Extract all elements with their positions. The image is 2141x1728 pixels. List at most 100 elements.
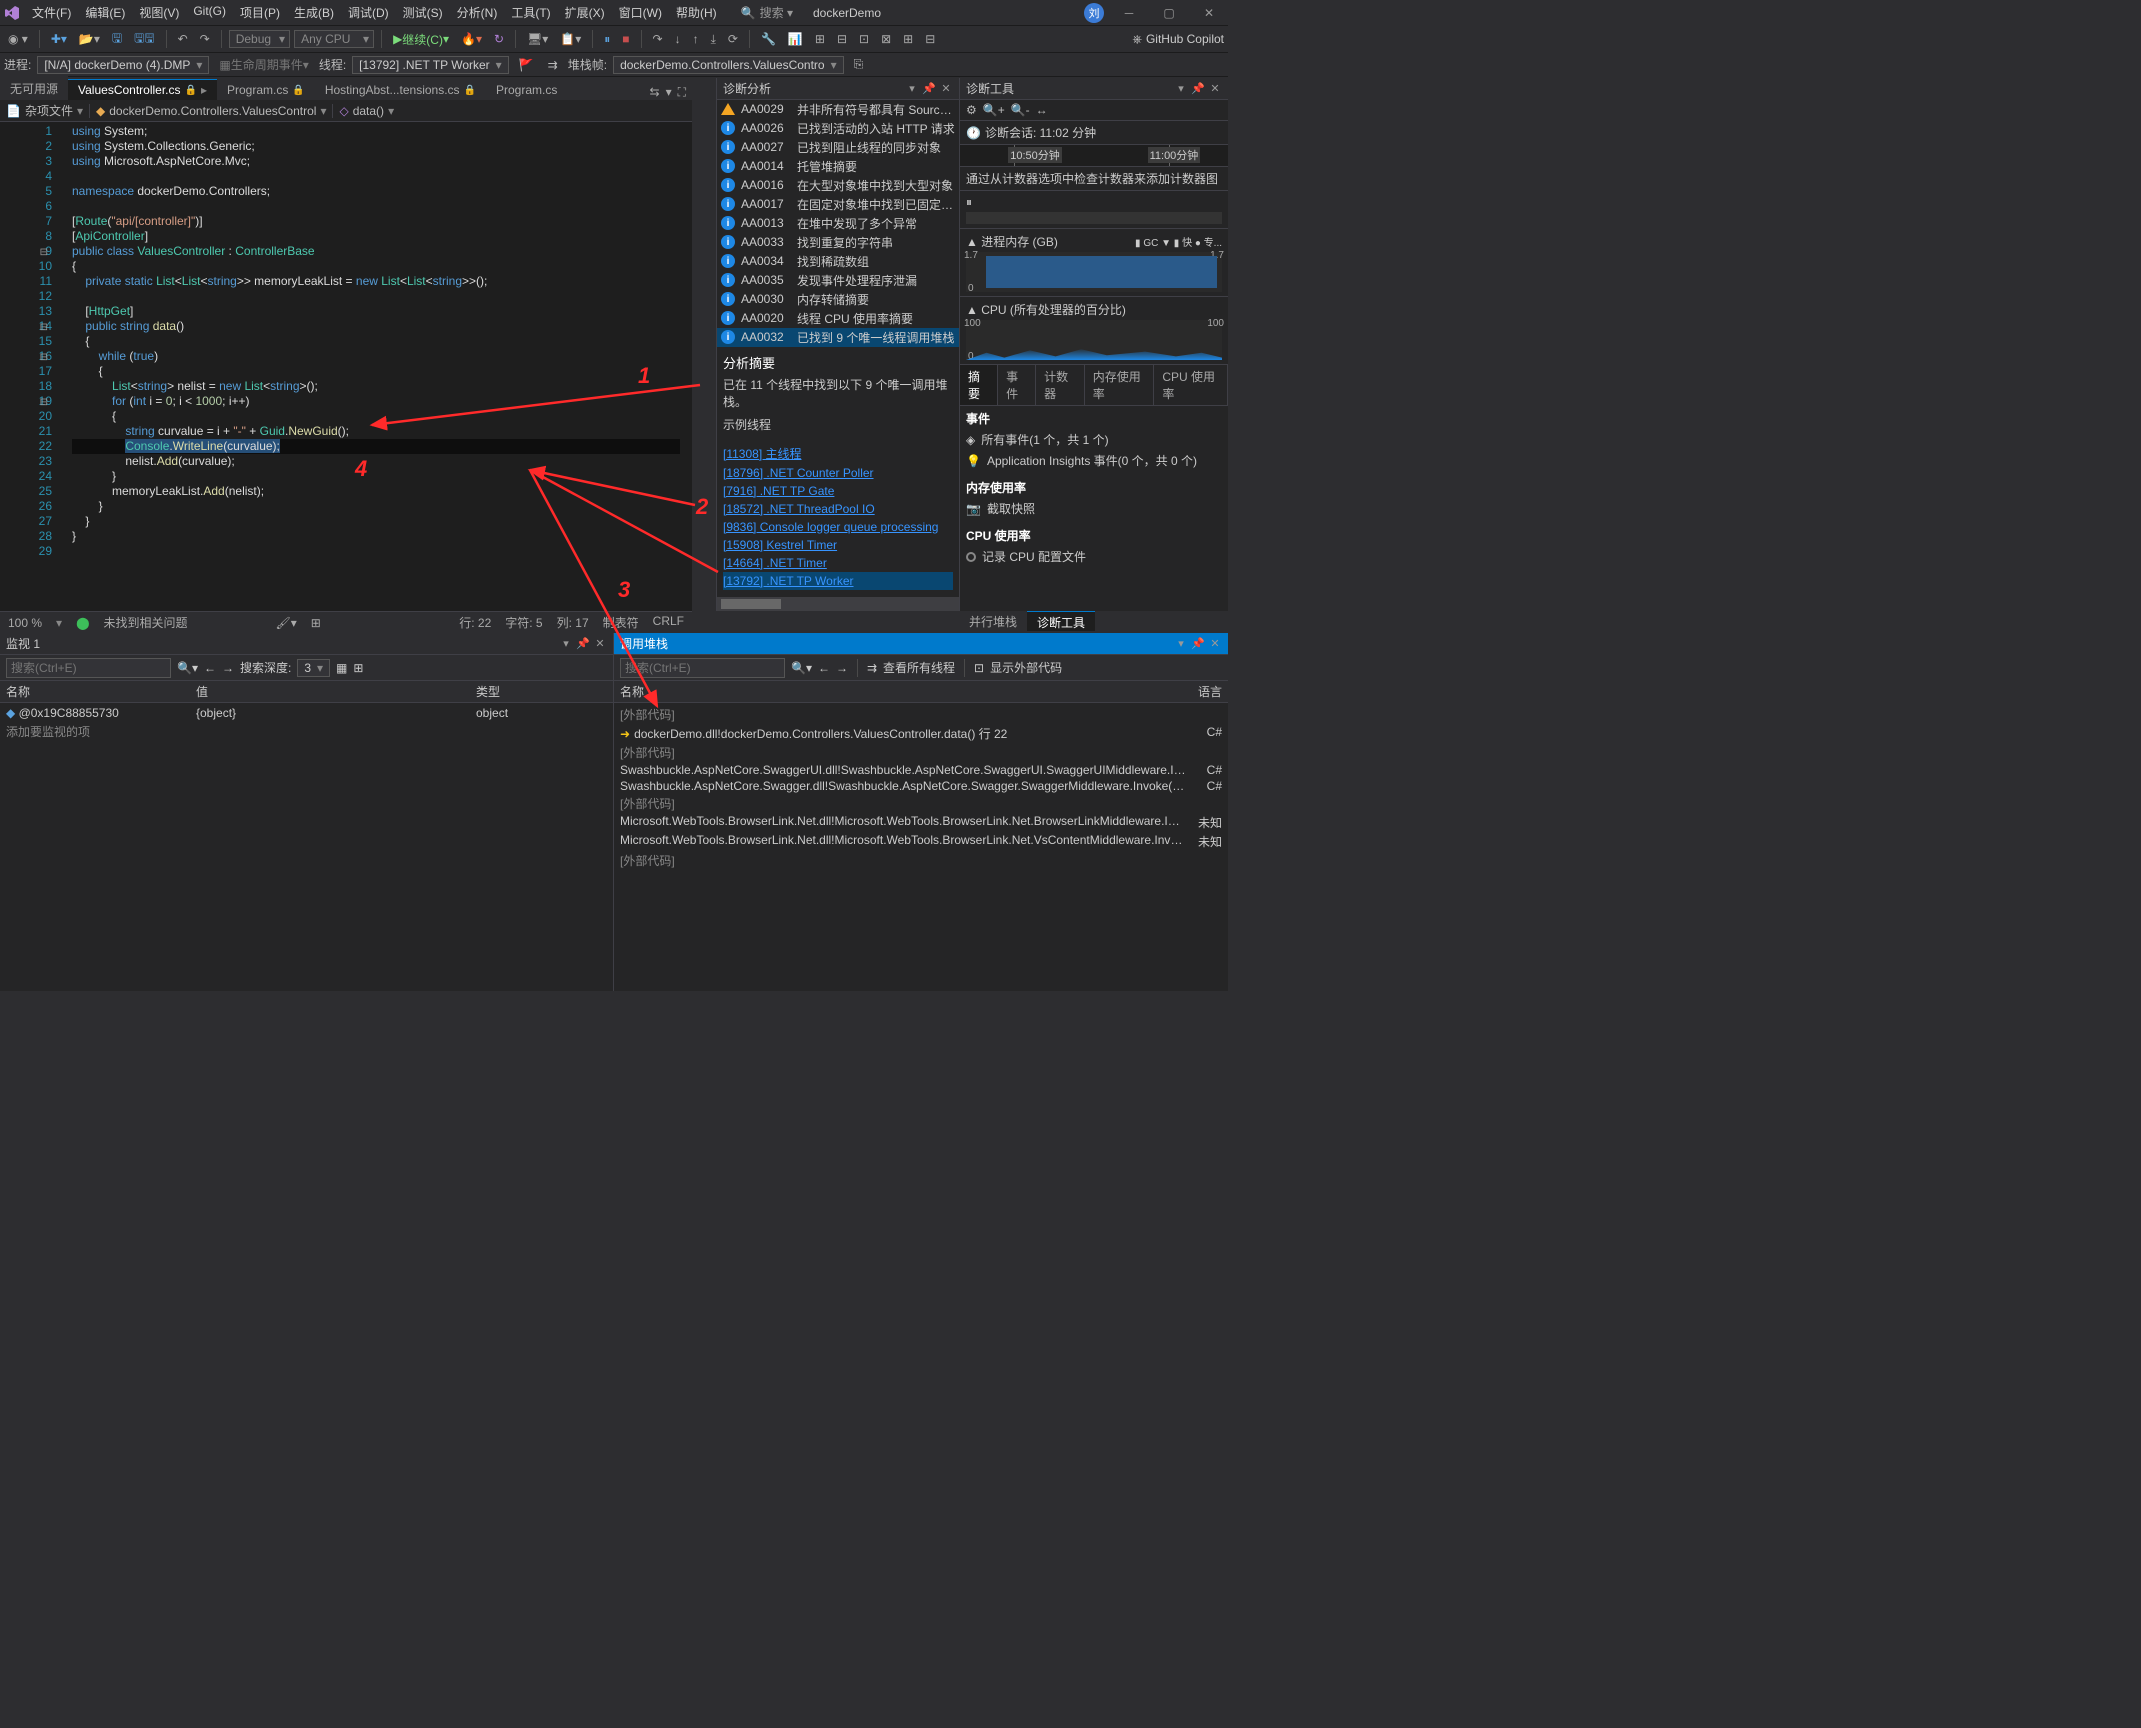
thread-link[interactable]: [14664] .NET Timer <box>723 554 953 572</box>
class-crumb[interactable]: ◆dockerDemo.Controllers.ValuesControl▾ <box>90 104 332 118</box>
step-over-icon[interactable]: ↷ <box>649 30 667 48</box>
tool-icon[interactable]: 🔧 <box>757 30 780 48</box>
document-tab[interactable]: 无可用源 <box>0 76 68 100</box>
callstack-row[interactable]: Swashbuckle.AspNetCore.SwaggerUI.dll!Swa… <box>614 762 1228 778</box>
undo-icon[interactable]: ↶ <box>174 30 192 48</box>
record-cpu-link[interactable]: 记录 CPU 配置文件 <box>966 546 1222 567</box>
pane-close-icon[interactable]: ✕ <box>1208 82 1222 95</box>
thread-link[interactable]: [7916] .NET TP Gate <box>723 482 953 500</box>
code-area[interactable]: using System;using System.Collections.Ge… <box>72 122 680 611</box>
take-snapshot-link[interactable]: 📷截取快照 <box>966 498 1222 519</box>
indent-mode[interactable]: 制表符 <box>603 614 639 631</box>
brush-icon[interactable]: 🖌▾ <box>276 616 297 630</box>
diag-rule-list[interactable]: AA0029并非所有符号都具有 Source LiriAA0026已找到活动的入… <box>717 100 959 347</box>
thread-link[interactable]: [18572] .NET ThreadPool IO <box>723 500 953 518</box>
depth-combo[interactable]: 3▾ <box>297 659 330 677</box>
indent-icon[interactable]: ⊞ <box>311 616 321 630</box>
thread-link[interactable]: [11308] 主线程 <box>723 443 953 464</box>
callstack-row[interactable]: Microsoft.WebTools.BrowserLink.Net.dll!M… <box>614 832 1228 851</box>
pane-pin-icon[interactable]: 📌 <box>922 82 936 95</box>
document-tab[interactable]: HostingAbst...tensions.cs🔒 <box>315 79 486 100</box>
continue-button[interactable]: ▶ 继续(C) ▾ <box>389 29 453 50</box>
tab-dropdown-icon[interactable]: ⇆ <box>650 85 660 100</box>
diag-sub-tab[interactable]: 摘要 <box>960 365 998 405</box>
menu-item[interactable]: Git(G) <box>187 1 232 24</box>
horizontal-scrollbar[interactable] <box>717 597 959 611</box>
search-icon[interactable]: 🔍▾ <box>177 661 198 675</box>
close-button[interactable]: ✕ <box>1194 6 1224 20</box>
pane-pin-icon[interactable]: 📌 <box>576 637 590 650</box>
pane-close-icon[interactable]: ✕ <box>593 637 607 650</box>
platform-combo[interactable]: Any CPU <box>294 30 374 48</box>
hot-reload-icon[interactable]: 🔥▾ <box>457 30 486 48</box>
thread-combo[interactable]: [13792] .NET TP Worker▾ <box>352 56 509 74</box>
thread-links[interactable]: [11308] 主线程[18796] .NET Counter Poller[7… <box>717 439 959 593</box>
pane-menu-icon[interactable]: ▾ <box>1174 637 1188 650</box>
callstack-row[interactable]: Swashbuckle.AspNetCore.Swagger.dll!Swash… <box>614 778 1228 794</box>
tool6-icon[interactable]: ⊠ <box>877 30 895 48</box>
menu-item[interactable]: 测试(S) <box>397 1 449 24</box>
external-code-icon[interactable]: ⊡ <box>974 661 984 675</box>
menu-item[interactable]: 生成(B) <box>288 1 340 24</box>
diag-rule-row[interactable]: iAA0033找到重复的字符串 <box>717 233 959 252</box>
add-watch-item[interactable]: 添加要监视的项 <box>0 721 613 742</box>
flag-icon[interactable]: 🚩 <box>515 56 538 74</box>
thread-link[interactable]: [18796] .NET Counter Poller <box>723 464 953 482</box>
zoom-out-icon[interactable]: 🔍- <box>1011 103 1030 117</box>
process-combo[interactable]: [N/A] dockerDemo (4).DMP▾ <box>37 56 209 74</box>
diag-rule-row[interactable]: iAA0014托管堆摘要 <box>717 157 959 176</box>
diag-sub-tabs[interactable]: 摘要事件计数器内存使用率CPU 使用率 <box>960 365 1228 406</box>
document-tab[interactable]: Program.cs🔒 <box>217 79 315 100</box>
menu-item[interactable]: 文件(F) <box>26 1 77 24</box>
ai-events-link[interactable]: 💡Application Insights 事件(0 个，共 0 个) <box>966 450 1222 471</box>
col-indicator[interactable]: 列: 17 <box>557 614 589 631</box>
char-indicator[interactable]: 字符: 5 <box>505 614 542 631</box>
rerun-icon[interactable]: ⟳ <box>724 30 742 48</box>
pin-icon[interactable]: 🔒 <box>464 85 476 96</box>
diag-rule-row[interactable]: iAA0034找到稀疏数组 <box>717 252 959 271</box>
document-tab[interactable]: Program.cs <box>486 79 567 100</box>
menu-item[interactable]: 项目(P) <box>234 1 286 24</box>
tool3-icon[interactable]: ⊞ <box>811 30 829 48</box>
menu-item[interactable]: 分析(N) <box>451 1 504 24</box>
diag-rule-row[interactable]: AA0029并非所有符号都具有 Source Lir <box>717 100 959 119</box>
tool7-icon[interactable]: ⊞ <box>899 30 917 48</box>
tab-menu-icon[interactable]: ▾ <box>666 85 672 100</box>
goto-source-icon[interactable]: ⎘ <box>850 55 868 74</box>
diag-rule-row[interactable]: iAA0030内存转储摘要 <box>717 290 959 309</box>
save-icon[interactable]: 🖫 <box>108 27 126 52</box>
code-editor[interactable]: 123456789⊟1011121314⊟1516⊟171819⊟2021222… <box>0 122 692 611</box>
diag-sub-tab[interactable]: 计数器 <box>1036 365 1085 405</box>
tool4-icon[interactable]: ⊟ <box>833 30 851 48</box>
thread-tool-icon[interactable]: ⇉ <box>544 56 562 74</box>
run-to-icon[interactable]: ⤓ <box>707 30 720 49</box>
new-item-icon[interactable]: ✚▾ <box>47 30 71 48</box>
diag-rule-row[interactable]: iAA0013在堆中发现了多个异常 <box>717 214 959 233</box>
callstack-row[interactable]: Microsoft.WebTools.BrowserLink.Net.dll!M… <box>614 813 1228 832</box>
pane-menu-icon[interactable]: ▾ <box>559 637 573 650</box>
open-icon[interactable]: 📂▾ <box>75 30 104 48</box>
pane-close-icon[interactable]: ✕ <box>1208 637 1222 650</box>
diag-rule-row[interactable]: iAA0020线程 CPU 使用率摘要 <box>717 309 959 328</box>
diag-sub-tab[interactable]: 内存使用率 <box>1085 365 1155 405</box>
redo-icon[interactable]: ↷ <box>196 30 214 48</box>
restart-icon[interactable]: ↻ <box>490 30 508 48</box>
search-box[interactable]: 🔍搜索 ▾ <box>741 4 793 21</box>
browser-icon[interactable]: 🖥▾ <box>523 30 552 48</box>
diag-rule-row[interactable]: iAA0027已找到阻止线程的同步对象 <box>717 138 959 157</box>
method-crumb[interactable]: ◇data()▾ <box>333 104 400 118</box>
diag-rule-row[interactable]: iAA0026已找到活动的入站 HTTP 请求 <box>717 119 959 138</box>
reset-zoom-icon[interactable]: ↔ <box>1036 103 1048 117</box>
cpu-graph[interactable]: ▲ CPU (所有处理器的百分比) 1001000 <box>960 297 1228 365</box>
user-avatar[interactable]: 刘 <box>1084 3 1104 23</box>
pin-icon[interactable]: 🔒 <box>185 85 197 96</box>
events-strip[interactable]: ⏸ <box>960 191 1228 229</box>
diag-footer-tabs[interactable]: 并行堆栈诊断工具 <box>959 611 1228 631</box>
nav-fwd-icon[interactable]: → <box>836 661 848 675</box>
pane-pin-icon[interactable]: 📌 <box>1191 82 1205 95</box>
pane-close-icon[interactable]: ✕ <box>939 82 953 95</box>
watch-tool2-icon[interactable]: ⊞ <box>353 661 363 675</box>
step-out-icon[interactable]: ↑ <box>689 30 703 48</box>
pane-menu-icon[interactable]: ▾ <box>1174 82 1188 95</box>
callstack-search-input[interactable] <box>620 658 785 678</box>
